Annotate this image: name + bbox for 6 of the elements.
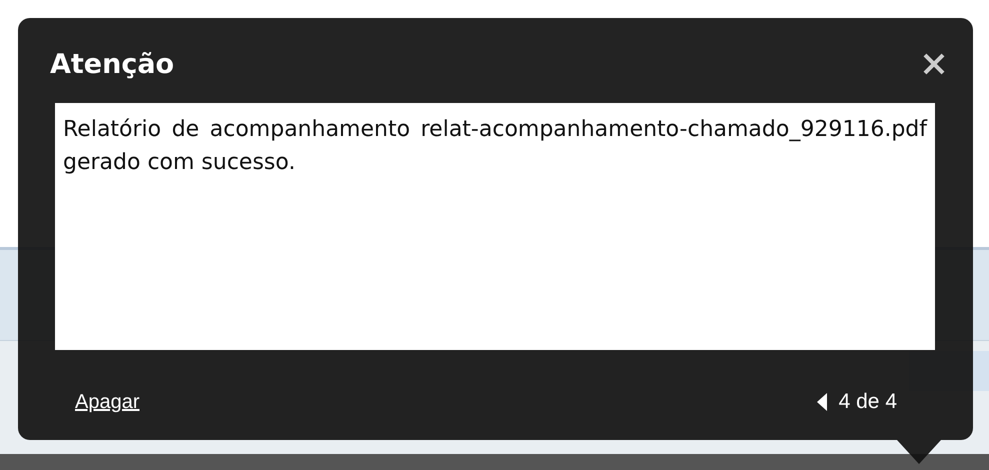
dialog-title: Atenção <box>50 48 174 80</box>
previous-icon[interactable] <box>816 393 827 411</box>
delete-link[interactable]: Apagar <box>75 390 140 414</box>
message-text: Relatório de acompanhamento relat-acompanhamento-chamado_929116.pdf gerado com sucesso. <box>63 116 927 177</box>
page-counter: 4 de 4 <box>838 390 897 414</box>
close-button[interactable] <box>921 51 947 77</box>
